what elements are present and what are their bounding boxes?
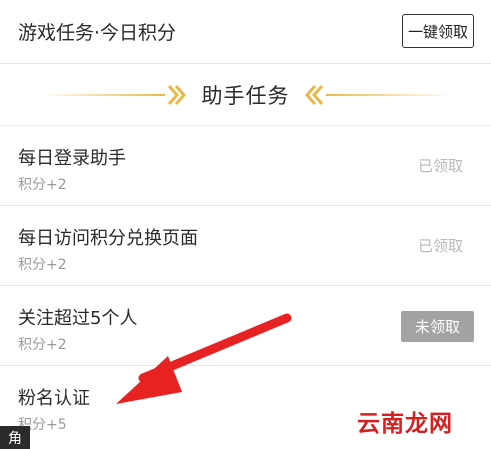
task-name: 每日访问积分兑换页面 (18, 228, 198, 249)
game-task-title: 游戏任务·今日积分 (18, 22, 177, 44)
corner-tab[interactable]: 角 (0, 426, 30, 449)
task-name: 粉名认证 (18, 388, 90, 409)
task-status-claimed: 已领取 (417, 237, 463, 255)
task-item-visit-exchange: 每日访问积分兑换页面 积分+2 已领取 (0, 206, 491, 286)
task-points: 积分+2 (18, 257, 67, 273)
task-points: 积分+2 (18, 177, 67, 193)
section-title: 助手任务 (201, 84, 290, 108)
task-status-claimed: 已领取 (417, 157, 463, 175)
watermark-logo: 云南龙网 (357, 411, 453, 437)
task-item-daily-login: 每日登录助手 积分+2 已领取 (0, 126, 491, 206)
task-item-follow-users: 关注超过5个人 积分+2 未领取 (0, 286, 491, 366)
section-divider-right (326, 94, 451, 96)
unclaimed-button[interactable]: 未领取 (401, 311, 474, 342)
claim-all-button[interactable]: 一键领取 (402, 14, 474, 48)
section-divider-left (40, 94, 165, 96)
chevron-right-icon (167, 85, 187, 105)
task-name: 关注超过5个人 (18, 308, 138, 329)
chevron-left-icon (304, 85, 324, 105)
task-points: 积分+2 (18, 337, 67, 353)
game-task-row: 游戏任务·今日积分 一键领取 (0, 0, 491, 64)
section-header: 助手任务 (0, 64, 491, 126)
task-name: 每日登录助手 (18, 148, 126, 169)
